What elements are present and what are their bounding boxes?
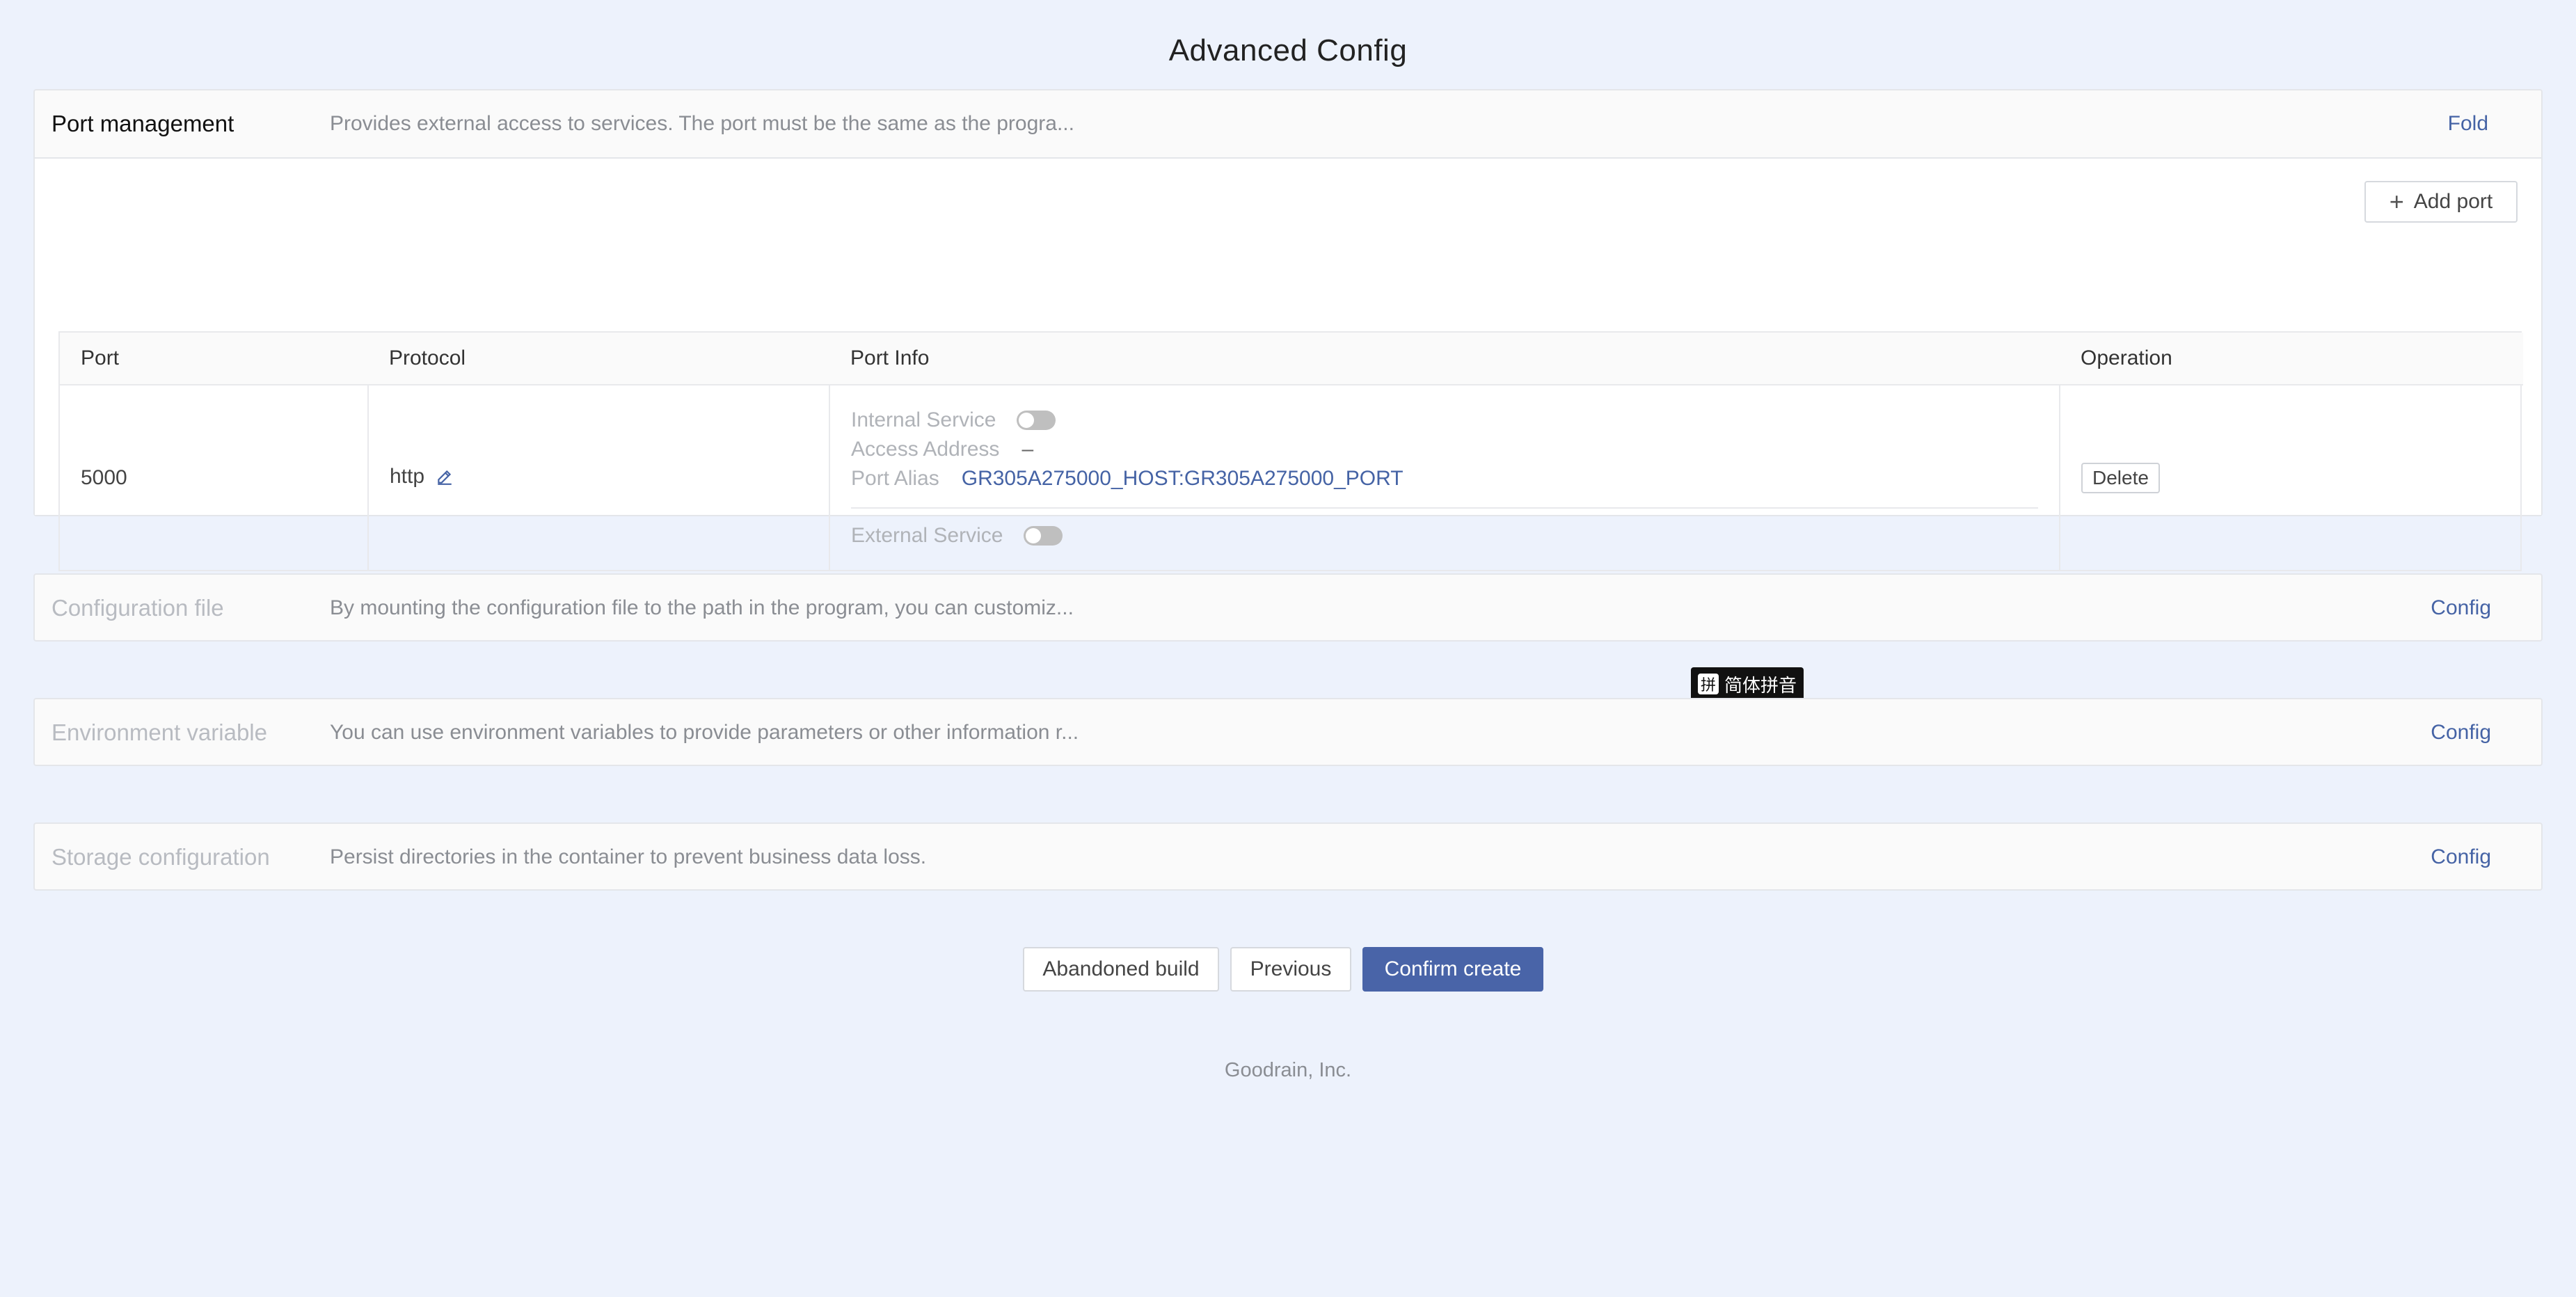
column-header-port: Port [60, 333, 368, 385]
port-management-title: Port management [51, 111, 234, 136]
internal-service-label: Internal Service [851, 408, 996, 431]
external-service-label: External Service [851, 523, 1003, 547]
external-service-toggle[interactable] [1024, 525, 1063, 546]
environment-variable-config-link[interactable]: Config [2431, 699, 2491, 766]
operation-cell: Delete [2060, 385, 2523, 570]
page-title: Advanced Config [1168, 33, 1408, 67]
add-port-label: Add port [2413, 190, 2493, 213]
port-info-divider [851, 507, 2038, 509]
protocol-cell: http [368, 385, 830, 570]
port-info-cell: Internal Service Access Address – Port A… [829, 385, 2060, 570]
environment-variable-header: Environment variable You can use environ… [35, 699, 2541, 766]
protocol-value: http [390, 464, 425, 488]
column-header-protocol: Protocol [368, 333, 829, 385]
storage-configuration-description: Persist directories in the container to … [330, 845, 927, 868]
environment-variable-section: Environment variable You can use environ… [33, 698, 2543, 766]
port-cell: 5000 [60, 385, 369, 570]
abandoned-build-button[interactable]: Abandoned build [1023, 947, 1219, 992]
storage-configuration-title: Storage configuration [51, 844, 270, 870]
confirm-create-button[interactable]: Confirm create [1362, 947, 1543, 992]
table-row: 5000 http Internal Service Access Addres… [60, 385, 2523, 570]
port-table: Port Protocol Port Info Operation 5000 h… [58, 331, 2523, 571]
port-alias-label: Port Alias [851, 466, 939, 490]
footer-text: Goodrain, Inc. [1224, 1059, 1352, 1081]
storage-configuration-header: Storage configuration Persist directorie… [35, 824, 2541, 891]
plus-icon: + [2389, 187, 2404, 216]
column-header-port-info: Port Info [829, 333, 2060, 385]
previous-button[interactable]: Previous [1230, 947, 1351, 992]
external-service-row: External Service [851, 521, 2059, 550]
fold-link[interactable]: Fold [2448, 90, 2488, 157]
port-table-header-row: Port Protocol Port Info Operation [60, 333, 2523, 385]
column-header-operation: Operation [2060, 333, 2523, 385]
configuration-file-config-link[interactable]: Config [2431, 575, 2491, 642]
configuration-file-description: By mounting the configuration file to th… [330, 596, 1074, 619]
configuration-file-section: Configuration file By mounting the confi… [33, 573, 2543, 642]
environment-variable-title: Environment variable [51, 719, 267, 745]
access-address-row: Access Address – [851, 435, 2059, 464]
configuration-file-title: Configuration file [51, 595, 224, 621]
port-alias-row: Port Alias GR305A275000_HOST:GR305A27500… [851, 464, 2059, 493]
add-port-button[interactable]: + Add port [2364, 181, 2518, 223]
edit-pencil-icon[interactable] [436, 468, 454, 491]
access-address-value: – [1021, 437, 1034, 461]
internal-service-row: Internal Service [851, 406, 2059, 435]
internal-service-toggle[interactable] [1017, 410, 1056, 430]
port-management-description: Provides external access to services. Th… [330, 112, 1074, 135]
port-alias-link[interactable]: GR305A275000_HOST:GR305A275000_PORT [962, 464, 1404, 493]
port-management-section: Port management Provides external access… [33, 89, 2543, 571]
ime-label: 简体拼音 [1724, 675, 1797, 697]
port-management-header: Port management Provides external access… [35, 90, 2541, 159]
storage-configuration-section: Storage configuration Persist directorie… [33, 822, 2543, 891]
storage-configuration-config-link[interactable]: Config [2431, 824, 2491, 891]
ime-indicator: 拼 简体拼音 [1691, 667, 1804, 701]
pinyin-icon: 拼 [1698, 674, 1719, 694]
access-address-label: Access Address [851, 437, 1000, 461]
configuration-file-header: Configuration file By mounting the confi… [35, 575, 2541, 642]
port-management-body: + Add port Port Protocol Port Info Opera… [35, 159, 2541, 571]
environment-variable-description: You can use environment variables to pro… [330, 721, 1079, 744]
delete-port-button[interactable]: Delete [2081, 462, 2160, 493]
